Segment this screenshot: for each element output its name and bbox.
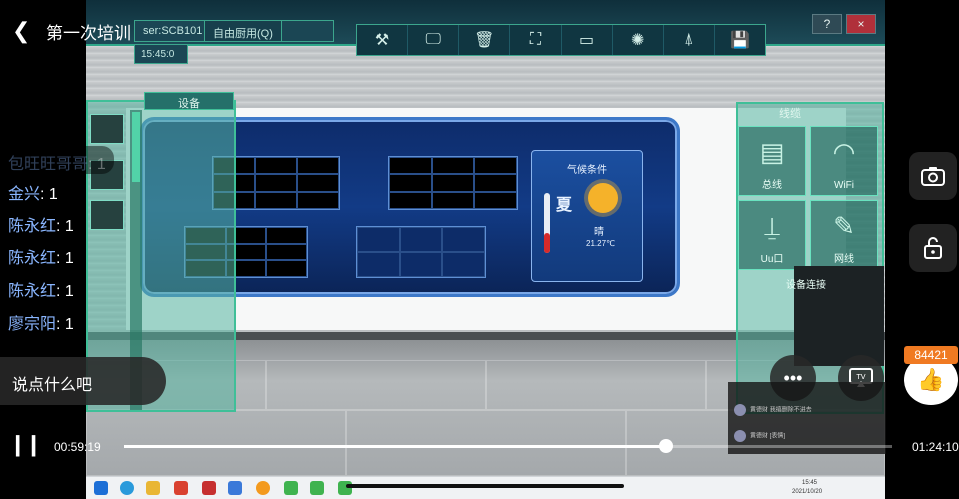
cable-wifi[interactable]: ◠ WiFi xyxy=(810,126,878,196)
chat-message: 包旺旺哥哥: 1 xyxy=(0,146,114,174)
live-stream-player: ser:SCB101 自由厨用(Q) ⚒ 🖵 🗑 ⛶ ▭ ✺ ⍋ 💾 ? × 1… xyxy=(0,0,959,499)
camera-icon xyxy=(921,167,945,186)
cable-icon: ✎ xyxy=(833,211,855,241)
close-button[interactable]: × xyxy=(846,14,876,34)
settings-icon[interactable]: ✺ xyxy=(613,25,664,55)
slot-grid-2[interactable] xyxy=(388,156,518,210)
cable-label: WiFi xyxy=(834,180,854,191)
mode-tab[interactable]: 自由厨用(Q) xyxy=(204,20,282,42)
comment-feed: 黄德财 我搞删除不进去 黄德财 [表情] xyxy=(728,382,886,454)
weather-temperature: 21.27℃ xyxy=(586,239,616,248)
cable-bus[interactable]: ▤ 总线 xyxy=(738,126,806,196)
fullscreen-icon[interactable]: ⛶ xyxy=(510,25,562,55)
cable-ethernet[interactable]: ✎ 网线 xyxy=(810,200,878,270)
comment-item: 黄德财 我搞删除不进去 xyxy=(734,404,812,416)
cable-panel-title: 线缆 xyxy=(779,108,801,120)
chat-message: 廖宗阳: 1 xyxy=(0,306,82,334)
taskbar-date: 2021/10/20 xyxy=(792,489,823,495)
chat-message: 金兴: 1 xyxy=(0,176,66,204)
svg-text:TV: TV xyxy=(855,373,865,381)
device-panel-title: 设备 xyxy=(144,92,234,110)
chat-message: 陈永红: 1 xyxy=(0,208,82,236)
stream-overlay-bar xyxy=(346,484,624,488)
app-icon-orange[interactable] xyxy=(256,481,270,495)
cable-label: Uu口 xyxy=(760,254,784,265)
help-button[interactable]: ? xyxy=(812,14,842,34)
pause-button[interactable]: ▎▎ xyxy=(16,436,48,457)
window-controls: ? × xyxy=(812,14,876,34)
tool-strip: ⚒ 🖵 🗑 ⛶ ▭ ✺ ⍋ 💾 xyxy=(356,24,766,56)
folder-icon[interactable] xyxy=(146,481,160,495)
app-clock: 15:45:0 xyxy=(134,44,188,64)
avatar xyxy=(734,430,746,442)
device-thumbnail-1[interactable] xyxy=(90,114,124,144)
unlock-icon xyxy=(924,237,942,259)
app-icon-red[interactable] xyxy=(174,481,188,495)
wifi-icon: ◠ xyxy=(832,137,856,167)
bus-icon: ▤ xyxy=(759,137,785,167)
monitor-icon[interactable]: 🖵 xyxy=(408,25,460,55)
back-arrow-icon[interactable]: ❮ xyxy=(12,18,30,44)
edge-icon[interactable] xyxy=(120,481,134,495)
progress-fill xyxy=(124,445,666,448)
stream-title: 第一次培训 xyxy=(46,24,131,43)
thumbs-up-icon: 👍 xyxy=(917,367,945,392)
current-time: 00:59:19 xyxy=(54,440,101,454)
weather-season: 夏 xyxy=(556,197,573,214)
avatar xyxy=(734,404,746,416)
chat-message: 陈永红: 1 xyxy=(0,240,82,268)
progress-handle[interactable] xyxy=(659,439,673,453)
antenna-icon: ⍊ xyxy=(764,211,780,241)
comment-input[interactable]: 说点什么吧 xyxy=(0,357,166,405)
signal-tower-icon[interactable]: ⍋ xyxy=(664,25,715,55)
cable-label: 总线 xyxy=(762,180,782,191)
screen-icon[interactable]: ▭ xyxy=(562,25,613,55)
comment-item: 黄德财 [表情] xyxy=(734,430,785,442)
total-time: 01:24:10 xyxy=(912,440,959,454)
cable-label: 网线 xyxy=(834,254,854,265)
app-icon-green-2[interactable] xyxy=(310,481,324,495)
device-thumbnail-3[interactable] xyxy=(90,200,124,230)
app-icon-green-1[interactable] xyxy=(284,481,298,495)
weather-panel: 气候条件 夏 晴 21.27℃ xyxy=(531,150,643,282)
wps-icon[interactable] xyxy=(202,481,216,495)
taskbar-time: 15:45 xyxy=(802,480,818,486)
thermometer-fill xyxy=(544,233,550,253)
windows-start-icon[interactable] xyxy=(94,481,108,495)
weather-title: 气候条件 xyxy=(567,165,607,176)
app-icon-blue[interactable] xyxy=(228,481,242,495)
app-toolbar: ser:SCB101 自由厨用(Q) ⚒ 🖵 🗑 ⛶ ▭ ✺ ⍋ 💾 ? × xyxy=(86,0,885,56)
sun-icon xyxy=(588,183,618,213)
save-icon[interactable]: 💾 xyxy=(715,25,765,55)
chat-message: 陈永红: 1 xyxy=(0,273,82,301)
screenshot-button[interactable] xyxy=(909,152,957,200)
device-connect-label[interactable]: 设备连接 xyxy=(786,276,826,291)
slot-grid-4[interactable] xyxy=(356,226,486,278)
lock-button[interactable] xyxy=(909,224,957,272)
cable-uu[interactable]: ⍊ Uu口 xyxy=(738,200,806,270)
weather-condition: 晴 xyxy=(594,227,604,238)
trash-icon[interactable]: 🗑 xyxy=(459,25,511,55)
device-scroll-handle[interactable] xyxy=(132,112,140,182)
drill-icon[interactable]: ⚒ xyxy=(357,25,409,55)
like-count: 84421 xyxy=(904,346,958,364)
